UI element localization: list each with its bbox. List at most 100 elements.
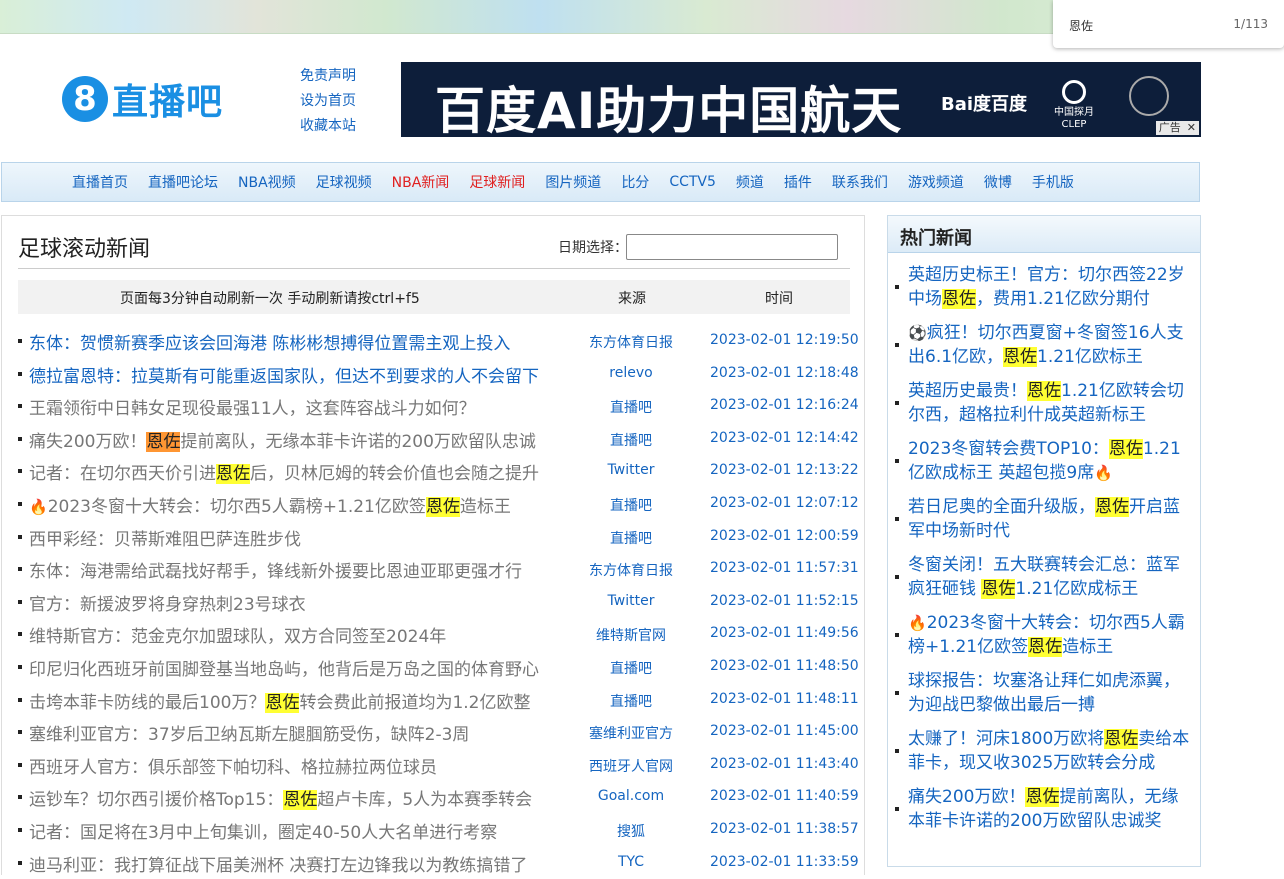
news-source[interactable]: 直播吧 <box>586 397 676 417</box>
table-row: 痛失200万欧！恩佐提前离队，无缘本菲卡许诺的200万欧留队忠诚直播吧2023-… <box>18 423 850 456</box>
nav-item[interactable]: 联系我们 <box>832 172 888 192</box>
bullet-icon <box>895 401 899 405</box>
news-title-link[interactable]: 官方：新援波罗将身穿热刺23号球衣 <box>29 590 306 615</box>
highlight-match: 恩佐 <box>942 289 976 309</box>
nav-item[interactable]: 游戏频道 <box>908 172 964 192</box>
news-source[interactable]: 维特斯官网 <box>586 625 676 645</box>
find-in-page-box[interactable]: 恩佐 1/113 <box>1053 0 1284 48</box>
site-logo[interactable]: 8 直播吧 <box>62 74 223 124</box>
bookmark-link[interactable]: 收藏本站 <box>300 114 356 139</box>
title-text: 后，贝林厄姆的转会价值也会随之提升 <box>250 464 539 484</box>
news-title-link[interactable]: 塞维利亚官方：37岁后卫纳瓦斯左腿腘筋受伤，缺阵2-3周 <box>29 720 469 745</box>
title-text: 转会费此前报道均为1.2亿欧整 <box>299 693 530 713</box>
hot-news-item[interactable]: 2023冬窗转会费TOP10：恩佐1.21亿欧成标王 英超包揽9席🔥 <box>908 437 1190 485</box>
news-title-link[interactable]: 王霜领衔中日韩女足现役最强11人，这套阵容战斗力如何？ <box>29 394 476 419</box>
nav-item[interactable]: 微博 <box>984 172 1012 192</box>
hot-news-item[interactable]: 若日尼奥的全面升级版，恩佐开启蓝军中场新时代 <box>908 495 1190 543</box>
news-source[interactable]: 直播吧 <box>586 528 676 548</box>
set-homepage-link[interactable]: 设为首页 <box>300 89 356 114</box>
hot-news-text: 🔥2023冬窗十大转会：切尔西5人霸榜+1.21亿欧签恩佐造标王 <box>908 611 1190 659</box>
news-source[interactable]: 直播吧 <box>586 495 676 515</box>
hot-news-item[interactable]: 冬窗关闭！五大联赛转会汇总：蓝军疯狂砸钱 恩佐1.21亿欧成标王 <box>908 553 1190 601</box>
title-text: 造标王 <box>1062 637 1113 657</box>
nav-item[interactable]: 比分 <box>621 172 649 192</box>
ad-badge[interactable]: 广告✕ <box>1156 121 1199 135</box>
news-title-link[interactable]: 印尼归化西班牙前国脚登基当地岛屿，他背后是万岛之国的体育野心 <box>29 655 539 680</box>
logo-text: 直播吧 <box>112 73 223 125</box>
news-source[interactable]: Twitter <box>586 593 676 609</box>
table-row: 西甲彩经：贝蒂斯难阻巴萨连胜步伐直播吧2023-02-01 12:00:59 <box>18 521 850 554</box>
news-title-link[interactable]: 德拉富恩特：拉莫斯有可能重返国家队，但达不到要求的人不会留下 <box>29 362 539 387</box>
news-source[interactable]: 直播吧 <box>586 658 676 678</box>
highlight-match: 恩佐 <box>426 497 460 517</box>
table-row: 西班牙人官方：俱乐部签下帕切科、格拉赫拉两位球员西班牙人官网2023-02-01… <box>18 749 850 782</box>
news-source[interactable]: 直播吧 <box>586 430 676 450</box>
news-time: 2023-02-01 12:19:50 <box>710 332 859 348</box>
news-source[interactable]: 塞维利亚官方 <box>586 723 676 743</box>
nav-item[interactable]: NBA视频 <box>238 172 296 192</box>
nav-item[interactable]: CCTV5 <box>669 174 716 190</box>
news-title-link[interactable]: 东体：贺惯新赛季应该会回海港 陈彬彬想搏得位置需主观上投入 <box>29 329 510 354</box>
nav-item[interactable]: 直播吧论坛 <box>148 172 218 192</box>
table-row: 王霜领衔中日韩女足现役最强11人，这套阵容战斗力如何？直播吧2023-02-01… <box>18 390 850 423</box>
hot-news-item[interactable]: 🔥2023冬窗十大转会：切尔西5人霸榜+1.21亿欧签恩佐造标王 <box>908 611 1190 659</box>
ad-banner[interactable]: 百度AI助力中国航天 Bai度百度 中国探月 CLEP 广告✕ <box>401 62 1201 137</box>
table-row: 记者：在切尔西天价引进恩佐后，贝林厄姆的转会价值也会随之提升Twitter202… <box>18 455 850 488</box>
news-title-link[interactable]: 痛失200万欧！恩佐提前离队，无缘本菲卡许诺的200万欧留队忠诚 <box>29 427 536 452</box>
bullet-icon <box>895 285 899 289</box>
news-source[interactable]: Twitter <box>586 462 676 478</box>
bullet-icon <box>18 437 22 441</box>
news-title-link[interactable]: 记者：在切尔西天价引进恩佐后，贝林厄姆的转会价值也会随之提升 <box>29 459 539 484</box>
news-source[interactable]: 东方体育日报 <box>586 560 676 580</box>
news-title-link[interactable]: 击垮本菲卡防线的最后100万？恩佐转会费此前报道均为1.2亿欧整 <box>29 688 531 713</box>
news-time: 2023-02-01 11:33:59 <box>710 854 859 870</box>
nav-item[interactable]: 频道 <box>736 172 764 192</box>
news-source[interactable]: 直播吧 <box>586 691 676 711</box>
nav-item[interactable]: 足球视频 <box>316 172 372 192</box>
nav-item[interactable]: 图片频道 <box>545 172 601 192</box>
table-row: 运钞车？切尔西引援价格Top15：恩佐超卢卡库，5人为本赛季转会 Goal.com… <box>18 781 850 814</box>
hot-news-item[interactable]: 英超历史标王！官方：切尔西签22岁中场恩佐，费用1.21亿欧分期付 <box>908 263 1190 311</box>
nav-item[interactable]: 直播首页 <box>72 172 128 192</box>
football-icon: ⚽ <box>908 324 927 342</box>
title-text: 痛失200万欧！ <box>29 432 146 452</box>
news-title-link[interactable]: 记者：国足将在3月中上旬集训，圈定40-50人大名单进行考察 <box>29 818 497 843</box>
hot-news-text: 英超历史标王！官方：切尔西签22岁中场恩佐，费用1.21亿欧分期付 <box>908 263 1190 311</box>
news-title-link[interactable]: 运钞车？切尔西引援价格Top15：恩佐超卢卡库，5人为本赛季转会 <box>29 785 532 810</box>
news-title-link[interactable]: 🔥2023冬窗十大转会：切尔西5人霸榜+1.21亿欧签恩佐造标王 <box>29 492 511 517</box>
title-text: 痛失200万欧！ <box>908 787 1025 807</box>
clep-name: 中国探月 <box>1054 107 1094 119</box>
hot-news-item[interactable]: 英超历史最贵！恩佐1.21亿欧转会切尔西，超格拉利什成英超新标王 <box>908 379 1190 427</box>
bullet-icon <box>18 632 22 636</box>
nav-item[interactable]: 足球新闻 <box>469 172 525 192</box>
disclaimer-link[interactable]: 免责声明 <box>300 64 356 89</box>
hot-news-item[interactable]: ⚽疯狂！切尔西夏窗+冬窗签16人支出6.1亿欧，恩佐1.21亿欧标王 <box>908 321 1190 369</box>
find-query[interactable]: 恩佐 <box>1069 17 1093 34</box>
clep-logo: 中国探月 CLEP <box>1054 80 1094 131</box>
news-title-link[interactable]: 维特斯官方：范金克尔加盟球队，双方合同签至2024年 <box>29 622 446 647</box>
hot-news-item[interactable]: 痛失200万欧！恩佐提前离队，无缘本菲卡许诺的200万欧留队忠诚奖 <box>908 785 1190 833</box>
news-source[interactable]: 东方体育日报 <box>586 332 676 352</box>
nav-item[interactable]: 手机版 <box>1032 172 1074 192</box>
hot-news-item[interactable]: 球探报告：坎塞洛让拜仁如虎添翼，为迎战巴黎做出最后一搏 <box>908 669 1190 717</box>
news-title-link[interactable]: 西甲彩经：贝蒂斯难阻巴萨连胜步伐 <box>29 525 301 550</box>
news-title-link[interactable]: 东体：海港需给武磊找好帮手，锋线新外援要比恩迪亚耶更强才行 <box>29 557 522 582</box>
ad-close-icon[interactable]: ✕ <box>1187 121 1196 134</box>
bullet-icon <box>18 861 22 865</box>
date-input[interactable] <box>626 234 838 260</box>
news-time: 2023-02-01 11:48:50 <box>710 658 859 674</box>
title-text: 太赚了！河床1800万欧将 <box>908 729 1104 749</box>
news-source[interactable]: 西班牙人官网 <box>586 756 676 776</box>
news-source[interactable]: 搜狐 <box>586 821 676 841</box>
news-title-link[interactable]: 西班牙人官方：俱乐部签下帕切科、格拉赫拉两位球员 <box>29 753 437 778</box>
bullet-icon <box>18 339 22 343</box>
news-source[interactable]: Goal.com <box>586 788 676 804</box>
news-source[interactable]: TYC <box>586 854 676 870</box>
nav-item[interactable]: NBA新闻 <box>392 172 450 192</box>
hot-news-item[interactable]: 太赚了！河床1800万欧将恩佐卖给本菲卡，现又收3025万欧转会分成 <box>908 727 1190 775</box>
title-text: 造标王 <box>460 497 511 517</box>
time-header: 时间 <box>765 288 793 308</box>
bullet-icon <box>18 372 22 376</box>
nav-item[interactable]: 插件 <box>784 172 812 192</box>
news-source[interactable]: relevo <box>586 365 676 381</box>
